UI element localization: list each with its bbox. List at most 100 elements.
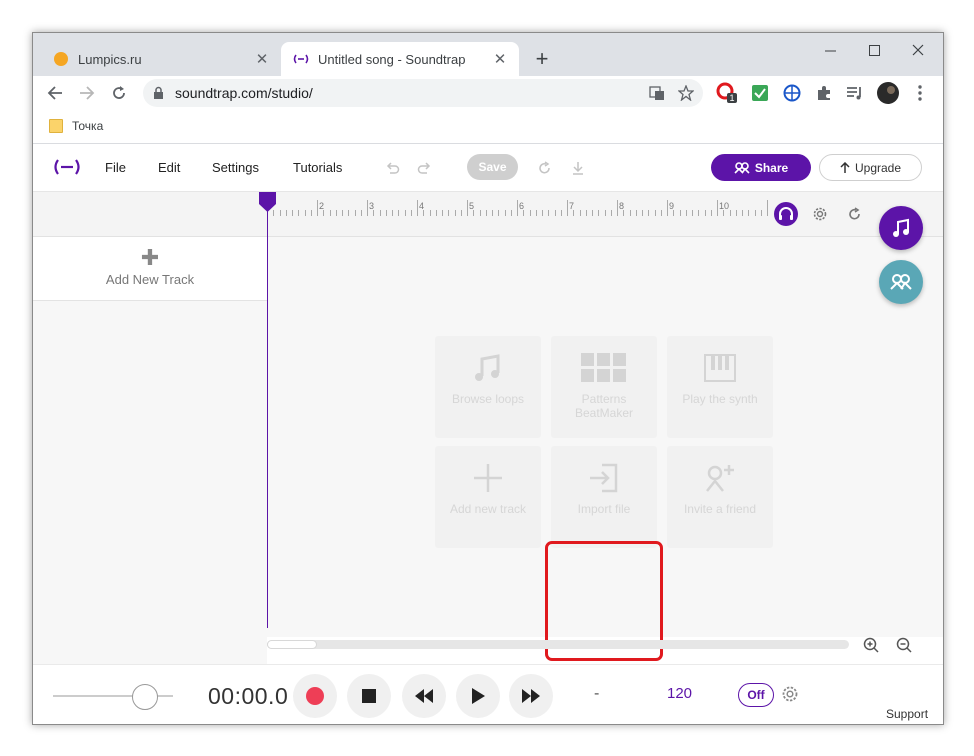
menu-tutorials[interactable]: Tutorials (293, 160, 342, 175)
horizontal-scrollbar[interactable] (267, 640, 849, 649)
rewind-icon (415, 689, 433, 703)
chrome-menu-icon[interactable] (908, 81, 932, 105)
minimize-icon[interactable] (808, 37, 852, 63)
ruler-tick (304, 210, 306, 216)
ruler-tick (517, 200, 518, 216)
ruler-tick (442, 210, 443, 216)
vpn-extension-icon[interactable] (780, 81, 804, 105)
music-library-button[interactable] (879, 206, 923, 250)
ruler-tick (342, 210, 343, 216)
back-arrow-icon[interactable] (42, 80, 68, 106)
loop-icon[interactable] (847, 206, 863, 222)
play-synth-tile[interactable]: Play the synth (667, 336, 773, 438)
ruler-tick (742, 210, 743, 216)
redo-icon[interactable] (415, 158, 435, 178)
patterns-beatmaker-tile[interactable]: Patterns BeatMaker (551, 336, 657, 438)
ruler-tick (429, 210, 431, 216)
ruler-tick (504, 210, 506, 216)
share-label: Share (754, 160, 789, 175)
close-window-icon[interactable] (896, 37, 940, 63)
add-new-track-button[interactable]: ✚ Add New Track (33, 237, 267, 301)
share-button[interactable]: Share (711, 154, 811, 181)
add-new-track-tile[interactable]: Add new track (435, 446, 541, 548)
import-icon (551, 458, 657, 498)
undo-icon[interactable] (382, 158, 402, 178)
media-queue-icon[interactable] (843, 81, 867, 105)
ruler-tick (448, 210, 450, 216)
zoom-in-icon[interactable] (862, 636, 880, 654)
stop-icon (362, 689, 376, 703)
ruler-tick (492, 210, 493, 216)
restore-history-icon[interactable] (535, 158, 555, 178)
soundtrap-logo-icon[interactable] (53, 159, 81, 175)
tempo-display[interactable]: 120 (667, 685, 692, 702)
play-button[interactable] (456, 674, 500, 718)
profile-avatar-icon[interactable] (876, 81, 900, 105)
folder-icon (49, 119, 63, 133)
reload-icon[interactable] (106, 80, 132, 106)
close-tab-icon[interactable]: ✕ (489, 48, 511, 70)
ruler-tick (460, 210, 462, 216)
menu-file[interactable]: File (105, 160, 126, 175)
new-tab-button[interactable]: + (530, 46, 554, 71)
close-tab-icon[interactable]: ✕ (251, 48, 273, 70)
menu-settings[interactable]: Settings (212, 160, 259, 175)
ruler-tick (379, 210, 381, 216)
ruler-tick (435, 210, 437, 216)
stop-button[interactable] (347, 674, 391, 718)
ruler-tick (704, 210, 706, 216)
ruler-tick (523, 210, 525, 216)
opera-extension-icon[interactable]: 1 (715, 81, 739, 105)
forward-arrow-icon[interactable] (74, 80, 100, 106)
metronome-settings-gear-icon[interactable] (781, 685, 799, 703)
collaborators-icon (890, 274, 912, 290)
ruler-tick (760, 210, 762, 216)
checkmark-extension-icon[interactable] (748, 81, 772, 105)
save-button[interactable]: Save (467, 154, 518, 180)
tab-strip: Lumpics.ru ✕ Untitled song - Soundtrap ✕… (33, 33, 943, 76)
metronome-toggle[interactable]: Off (738, 683, 774, 707)
fast-forward-button[interactable] (509, 674, 553, 718)
record-button[interactable] (293, 674, 337, 718)
download-icon[interactable] (568, 158, 588, 178)
timeline-ruler[interactable]: 2 3 4 5 6 7 8 9 10 (267, 192, 768, 236)
zoom-out-icon[interactable] (895, 636, 913, 654)
ruler-tick (417, 200, 418, 216)
collaborators-button[interactable] (879, 260, 923, 304)
plus-icon: ✚ (140, 245, 160, 270)
maximize-icon[interactable] (852, 37, 896, 63)
support-link[interactable]: Support (886, 707, 928, 721)
ruler-tick (598, 210, 600, 216)
bookmark-star-icon[interactable] (677, 84, 695, 102)
ruler-tick (554, 210, 556, 216)
address-bar[interactable]: soundtrap.com/studio/ (143, 79, 703, 107)
ruler-tick (710, 210, 712, 216)
headphones-toggle-icon[interactable] (774, 202, 798, 226)
settings-gear-icon[interactable] (812, 206, 828, 222)
rewind-button[interactable] (402, 674, 446, 718)
tab-lumpics[interactable]: Lumpics.ru ✕ (41, 42, 281, 76)
playhead-marker[interactable] (259, 192, 276, 212)
volume-knob[interactable] (132, 684, 158, 710)
ruler-tick (317, 200, 318, 216)
translate-icon[interactable] (648, 84, 666, 102)
ruler-tick (585, 210, 587, 216)
key-display[interactable]: - (594, 685, 599, 703)
tab-soundtrap[interactable]: Untitled song - Soundtrap ✕ (281, 42, 519, 76)
bookmark-folder[interactable]: Точка (49, 119, 103, 133)
browser-toolbar: soundtrap.com/studio/ 1 (33, 76, 943, 111)
browser-window: Lumpics.ru ✕ Untitled song - Soundtrap ✕… (32, 32, 944, 725)
music-note-icon (893, 218, 909, 237)
menu-edit[interactable]: Edit (158, 160, 180, 175)
url-text: soundtrap.com/studio/ (175, 85, 313, 101)
invite-friend-tile[interactable]: Invite a friend (667, 446, 773, 548)
scrollbar-thumb[interactable] (267, 640, 317, 649)
ruler-tick (610, 210, 612, 216)
ruler-tick (542, 210, 543, 216)
browse-loops-tile[interactable]: Browse loops (435, 336, 541, 438)
import-file-tile[interactable]: Import file (551, 446, 657, 548)
ruler-tick (298, 210, 300, 216)
extensions-puzzle-icon[interactable] (812, 81, 836, 105)
ruler-tick (685, 210, 687, 216)
upgrade-button[interactable]: Upgrade (819, 154, 922, 181)
